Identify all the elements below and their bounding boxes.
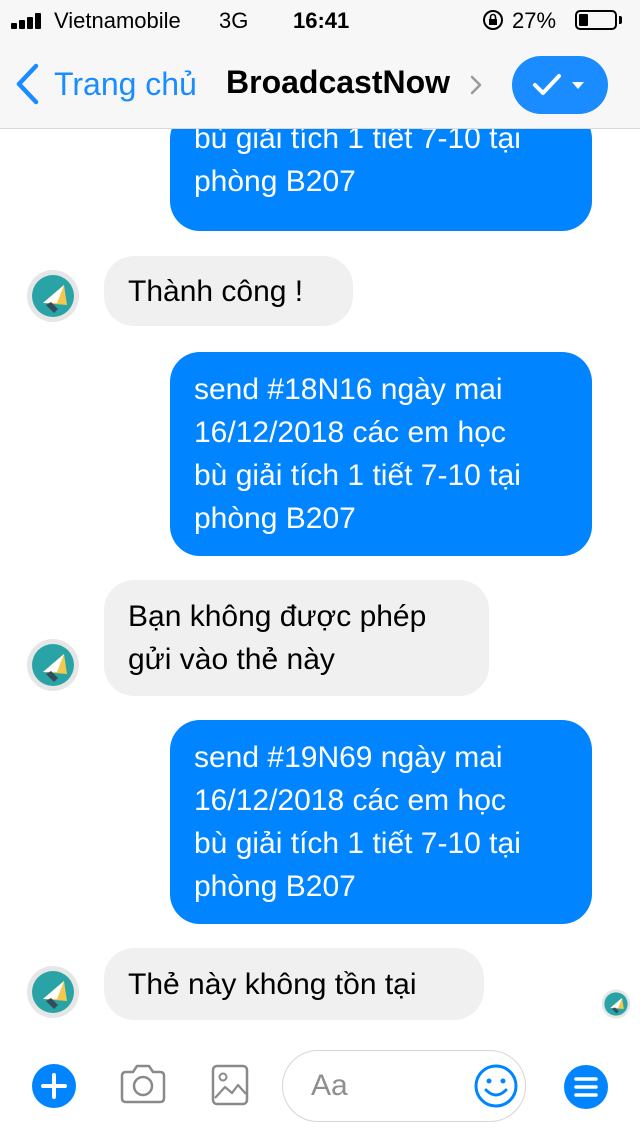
- battery-icon: [575, 10, 617, 30]
- message-line: send #19N69 ngày mai: [194, 741, 503, 774]
- message-field[interactable]: [282, 1050, 526, 1122]
- incoming-message[interactable]: Thẻ này không tồn tại: [104, 948, 484, 1020]
- menu-icon[interactable]: [563, 1064, 609, 1110]
- message-line: phòng B207: [194, 502, 356, 535]
- message-input[interactable]: [311, 1065, 461, 1107]
- image-icon[interactable]: [210, 1060, 250, 1110]
- chevron-right-icon[interactable]: [469, 74, 483, 96]
- outgoing-message[interactable]: send #18N16 ngày mai 16/12/2018 các em h…: [170, 352, 592, 556]
- checkmark-icon: [533, 74, 584, 95]
- battery-tip: [619, 16, 622, 24]
- plus-icon: [41, 1073, 67, 1099]
- bot-avatar[interactable]: [26, 269, 80, 323]
- signal-bars-icon: [11, 13, 49, 29]
- message-line: bù giải tích 1 tiết 7-10 tại: [194, 459, 521, 492]
- message-line: bù giải tích 1 tiết 7-10 tại: [194, 129, 521, 155]
- conversation-title[interactable]: BroadcastNow: [226, 64, 450, 101]
- rotation-lock-icon: [483, 10, 503, 30]
- add-button[interactable]: [32, 1064, 76, 1108]
- message-line: Bạn không được phép: [128, 600, 427, 633]
- message-line: Thành công !: [128, 275, 304, 308]
- message-line: bù giải tích 1 tiết 7-10 tại: [194, 827, 521, 860]
- carrier-name: Vietnamobile: [54, 8, 181, 33]
- done-button[interactable]: [512, 56, 608, 114]
- camera-icon[interactable]: [118, 1060, 168, 1110]
- message-line: Thẻ này không tồn tại: [128, 968, 417, 1001]
- outgoing-message[interactable]: bù giải tích 1 tiết 7-10 tại phòng B207: [170, 129, 592, 231]
- composer-bar: [0, 1036, 640, 1136]
- message-line: 16/12/2018 các em học: [194, 784, 506, 817]
- back-label: Trang chủ: [54, 65, 197, 102]
- bot-avatar[interactable]: [26, 965, 80, 1019]
- back-button[interactable]: Trang chủ: [14, 60, 197, 108]
- network-type: 3G: [219, 8, 249, 33]
- chevron-left-icon: [16, 63, 39, 105]
- message-line: phòng B207: [194, 870, 356, 903]
- status-bar: Vietnamobile 3G 16:41 27%: [0, 0, 640, 40]
- seen-indicator-avatar: [601, 989, 631, 1019]
- conversation-header: Trang chủ BroadcastNow: [0, 40, 640, 129]
- bot-avatar[interactable]: [26, 638, 80, 692]
- message-list[interactable]: bù giải tích 1 tiết 7-10 tại phòng B207 …: [0, 129, 640, 1036]
- clock: 16:41: [293, 8, 350, 33]
- smiley-icon[interactable]: [473, 1063, 519, 1109]
- battery-percent: 27%: [512, 8, 557, 33]
- message-line: gửi vào thẻ này: [128, 643, 335, 676]
- incoming-message[interactable]: Bạn không được phép gửi vào thẻ này: [104, 580, 489, 696]
- message-line: send #18N16 ngày mai: [194, 373, 503, 406]
- incoming-message[interactable]: Thành công !: [104, 256, 353, 326]
- outgoing-message[interactable]: send #19N69 ngày mai 16/12/2018 các em h…: [170, 720, 592, 924]
- message-line: 16/12/2018 các em học: [194, 416, 506, 449]
- message-line: phòng B207: [194, 165, 356, 198]
